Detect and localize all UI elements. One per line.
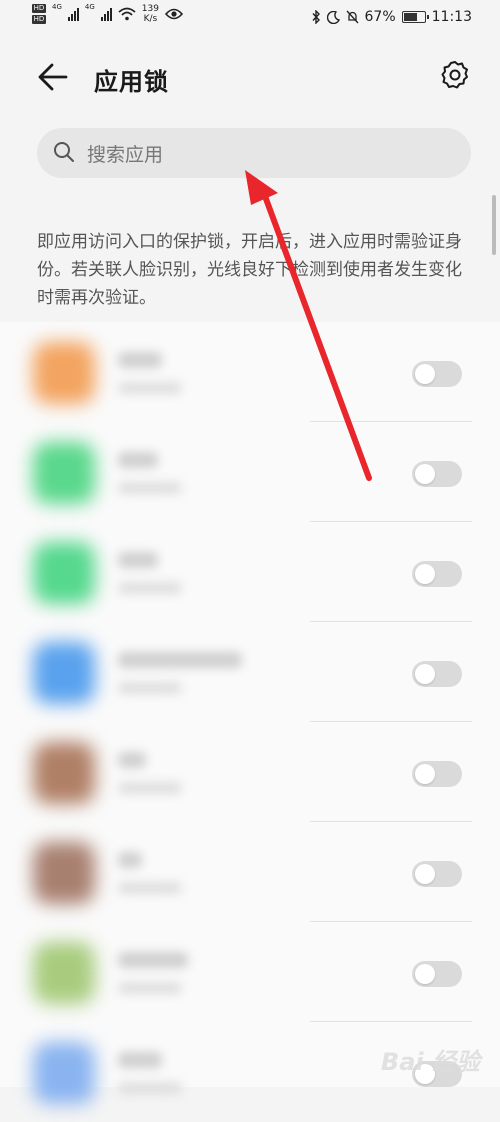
toggle-knob <box>415 664 435 684</box>
app-subtitle-blurred <box>118 582 182 594</box>
bluetooth-icon <box>312 10 320 24</box>
app-name-blurred <box>118 352 162 368</box>
status-bar: HD HD 4G 4G 139 K/s 67% 11:13 <box>0 0 500 36</box>
mute-bell-icon <box>346 10 358 24</box>
app-name-blurred <box>118 652 242 668</box>
speed-value: 139 <box>141 4 159 14</box>
app-lock-description: 即应用访问入口的保护锁，开启后，进入应用时需验证身份。若关联人脸识别，光线良好下… <box>37 232 462 308</box>
app-subtitle-blurred <box>118 982 182 994</box>
list-item[interactable] <box>0 422 500 522</box>
app-lock-toggle[interactable] <box>412 461 462 487</box>
app-subtitle-blurred <box>118 1082 182 1094</box>
moon-icon <box>326 10 340 24</box>
app-name-blurred <box>118 852 142 868</box>
app-icon <box>33 342 95 404</box>
network-type-label: 4G <box>84 3 95 11</box>
app-lock-toggle[interactable] <box>412 861 462 887</box>
toggle-knob <box>415 764 435 784</box>
app-name-blurred <box>118 952 188 968</box>
list-item[interactable] <box>0 522 500 622</box>
app-name-blurred <box>118 1052 162 1068</box>
app-bar: 应用锁 <box>0 52 500 100</box>
toggle-knob <box>415 864 435 884</box>
network-speed: 139 K/s <box>142 4 159 24</box>
arrow-left-icon[interactable] <box>36 60 70 94</box>
hd-badges: HD HD <box>32 4 46 24</box>
list-item[interactable] <box>0 922 500 1022</box>
app-subtitle-blurred <box>118 482 182 494</box>
signal-icon <box>100 7 112 21</box>
app-lock-toggle[interactable] <box>412 561 462 587</box>
search-icon <box>54 142 74 162</box>
network-type-label: 4G <box>52 3 62 11</box>
watermark: Bai 经验 <box>380 1048 480 1076</box>
hd-badge: HD <box>32 15 46 24</box>
toggle-knob <box>415 364 435 384</box>
list-item[interactable] <box>0 322 500 422</box>
battery-icon <box>401 11 429 23</box>
app-icon <box>33 942 95 1004</box>
toggle-knob <box>415 964 435 984</box>
list-item[interactable] <box>0 822 500 922</box>
app-icon <box>33 742 95 804</box>
list-item[interactable] <box>0 622 500 722</box>
search-placeholder: 搜索应用 <box>87 144 164 166</box>
app-icon <box>33 642 95 704</box>
toggle-knob <box>415 464 435 484</box>
search-bar[interactable]: 搜索应用 <box>37 128 471 178</box>
app-lock-toggle[interactable] <box>412 661 462 687</box>
app-subtitle-blurred <box>118 382 182 394</box>
app-lock-toggle[interactable] <box>412 361 462 387</box>
wifi-icon <box>118 7 136 21</box>
app-lock-toggle[interactable] <box>412 961 462 987</box>
toggle-knob <box>415 564 435 584</box>
page-title: 应用锁 <box>94 68 169 96</box>
app-icon <box>33 1042 95 1104</box>
app-name-blurred <box>118 452 158 468</box>
clock: 11:13 <box>431 9 472 25</box>
app-icon <box>33 842 95 904</box>
app-list <box>0 322 500 1104</box>
status-left: HD HD 4G 4G 139 K/s <box>32 4 183 24</box>
hd-badge: HD <box>32 4 46 13</box>
speed-unit: K/s <box>143 14 158 24</box>
scrollbar[interactable] <box>492 195 496 255</box>
battery-percent: 67% <box>364 9 396 25</box>
eye-icon <box>164 8 183 20</box>
app-subtitle-blurred <box>118 682 182 694</box>
gear-icon[interactable] <box>440 60 470 90</box>
app-name-blurred <box>118 552 158 568</box>
list-item[interactable] <box>0 722 500 822</box>
signal-icon <box>67 7 79 21</box>
app-name-blurred <box>118 752 146 768</box>
app-subtitle-blurred <box>118 882 182 894</box>
app-icon <box>33 542 95 604</box>
app-subtitle-blurred <box>118 782 182 794</box>
app-icon <box>33 442 95 504</box>
app-lock-toggle[interactable] <box>412 761 462 787</box>
status-right: 67% 11:13 <box>311 9 472 25</box>
